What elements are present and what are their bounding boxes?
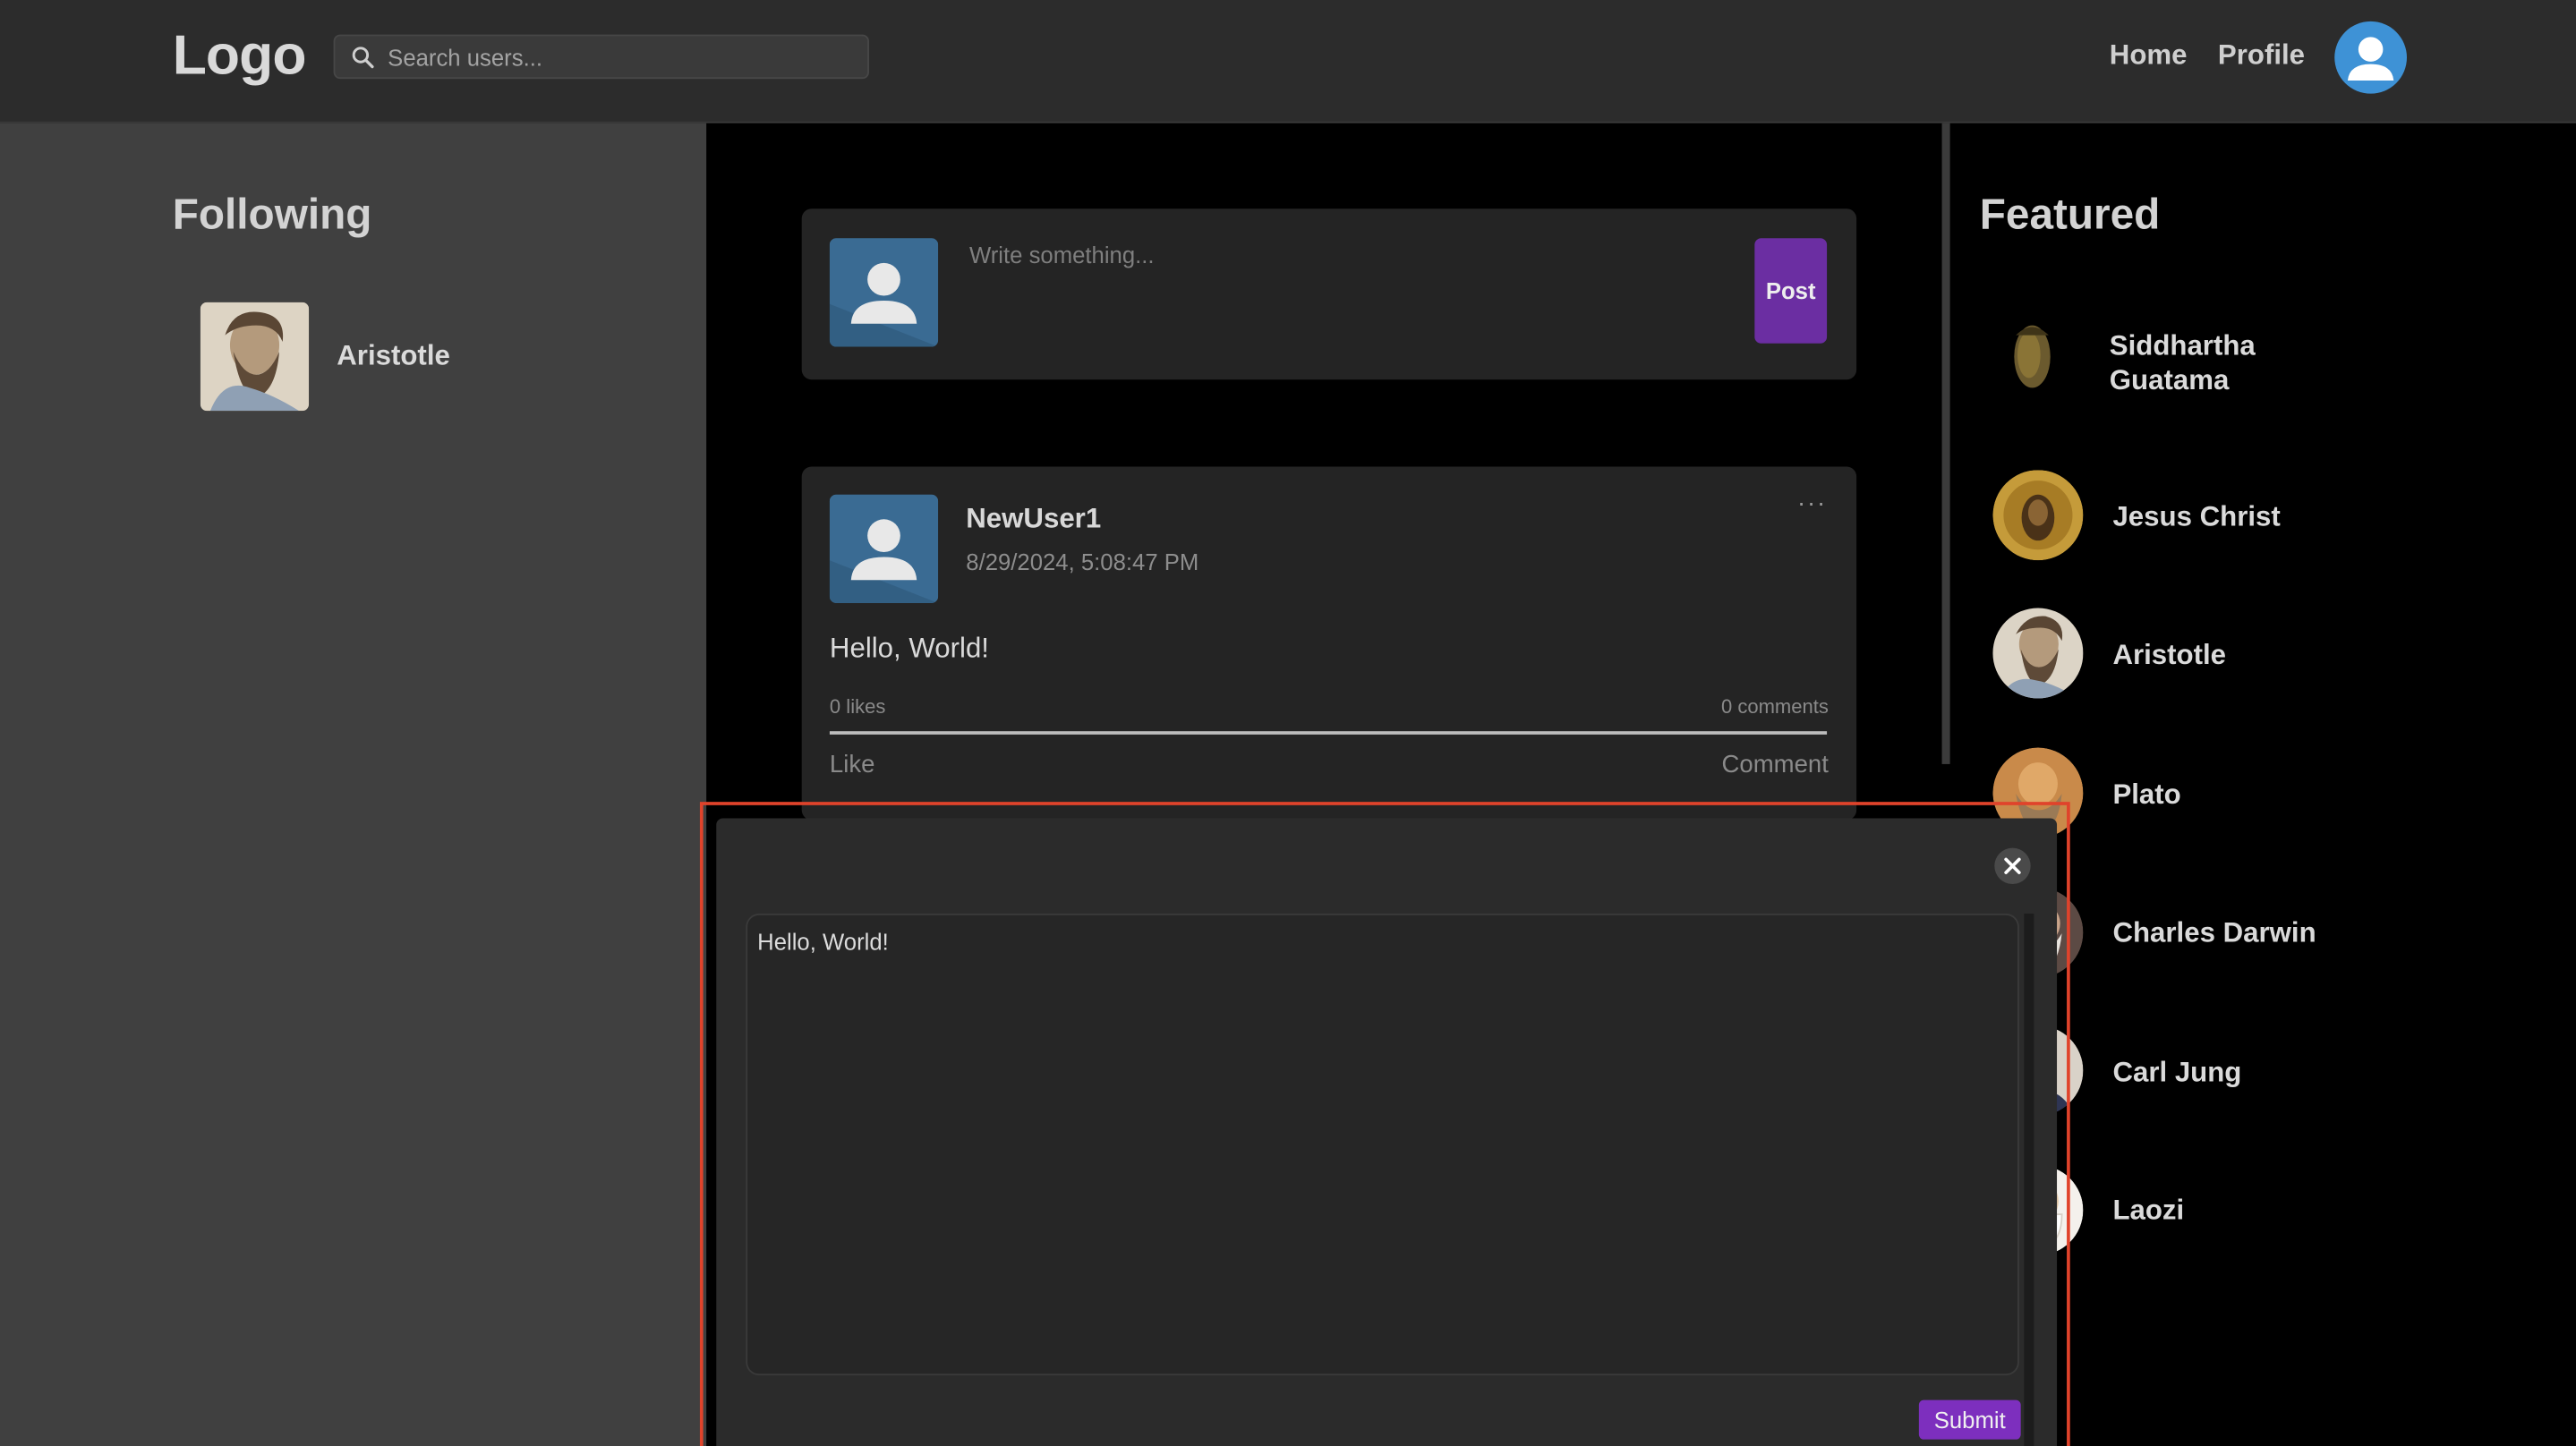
featured-name[interactable]: Plato <box>2112 778 2180 812</box>
featured-avatar <box>1992 608 2084 699</box>
buddha-portrait-icon <box>1992 311 2084 403</box>
aristotle-portrait-icon <box>200 302 310 412</box>
post-button[interactable]: Post <box>1754 238 1828 344</box>
post-card: NewUser1 8/29/2024, 5:08:47 PM ··· Hello… <box>801 466 1857 821</box>
composer-avatar <box>829 238 939 347</box>
search-box[interactable] <box>333 34 869 80</box>
like-button[interactable]: Like <box>830 751 875 778</box>
nav-link-profile[interactable]: Profile <box>2218 39 2305 72</box>
featured-avatar <box>1992 311 2084 403</box>
featured-name[interactable]: Aristotle <box>2112 639 2226 672</box>
search-icon <box>352 47 374 69</box>
featured-title: Featured <box>1979 189 2161 239</box>
post-timestamp: 8/29/2024, 5:08:47 PM <box>966 549 1199 575</box>
post-input[interactable]: Write something... <box>969 242 1155 268</box>
nav-link-home[interactable]: Home <box>2110 39 2188 72</box>
post-body: Hello, World! <box>829 633 989 664</box>
profile-avatar-button[interactable] <box>2334 21 2408 94</box>
featured-name[interactable]: Jesus Christ <box>2112 501 2280 534</box>
feed-scrollbar[interactable] <box>1941 123 1950 764</box>
search-input[interactable] <box>388 36 857 78</box>
modal-highlight-frame <box>699 802 2070 1446</box>
jesus-portrait-icon <box>1992 470 2084 561</box>
user-icon <box>2347 37 2394 81</box>
top-navbar: Logo Home Profile <box>0 0 2576 123</box>
post-author[interactable]: NewUser1 <box>966 503 1101 536</box>
post-comments-count: 0 comments <box>1720 694 1829 719</box>
post-composer: Write something... Post <box>801 208 1857 380</box>
following-title: Following <box>172 189 372 239</box>
aristotle-portrait-icon <box>1992 608 2084 699</box>
featured-name[interactable]: Charles Darwin <box>2112 917 2316 950</box>
post-divider <box>829 731 1828 735</box>
post-options-icon[interactable]: ··· <box>1797 489 1827 517</box>
post-author-avatar[interactable] <box>829 494 939 603</box>
featured-name[interactable]: Siddhartha Guatama <box>2110 328 2256 397</box>
following-avatar <box>200 302 310 412</box>
logo[interactable]: Logo <box>173 25 307 89</box>
app-window: Logo Home Profile Following <box>0 0 2576 1446</box>
following-name[interactable]: Aristotle <box>337 340 450 373</box>
featured-name[interactable]: Laozi <box>2112 1195 2184 1228</box>
featured-name[interactable]: Carl Jung <box>2112 1057 2241 1090</box>
comment-button[interactable]: Comment <box>1722 751 1829 778</box>
user-icon <box>829 494 939 603</box>
following-item[interactable]: Aristotle <box>200 302 627 412</box>
featured-avatar <box>1992 470 2084 561</box>
post-likes-count: 0 likes <box>829 694 886 719</box>
user-icon <box>829 238 939 347</box>
